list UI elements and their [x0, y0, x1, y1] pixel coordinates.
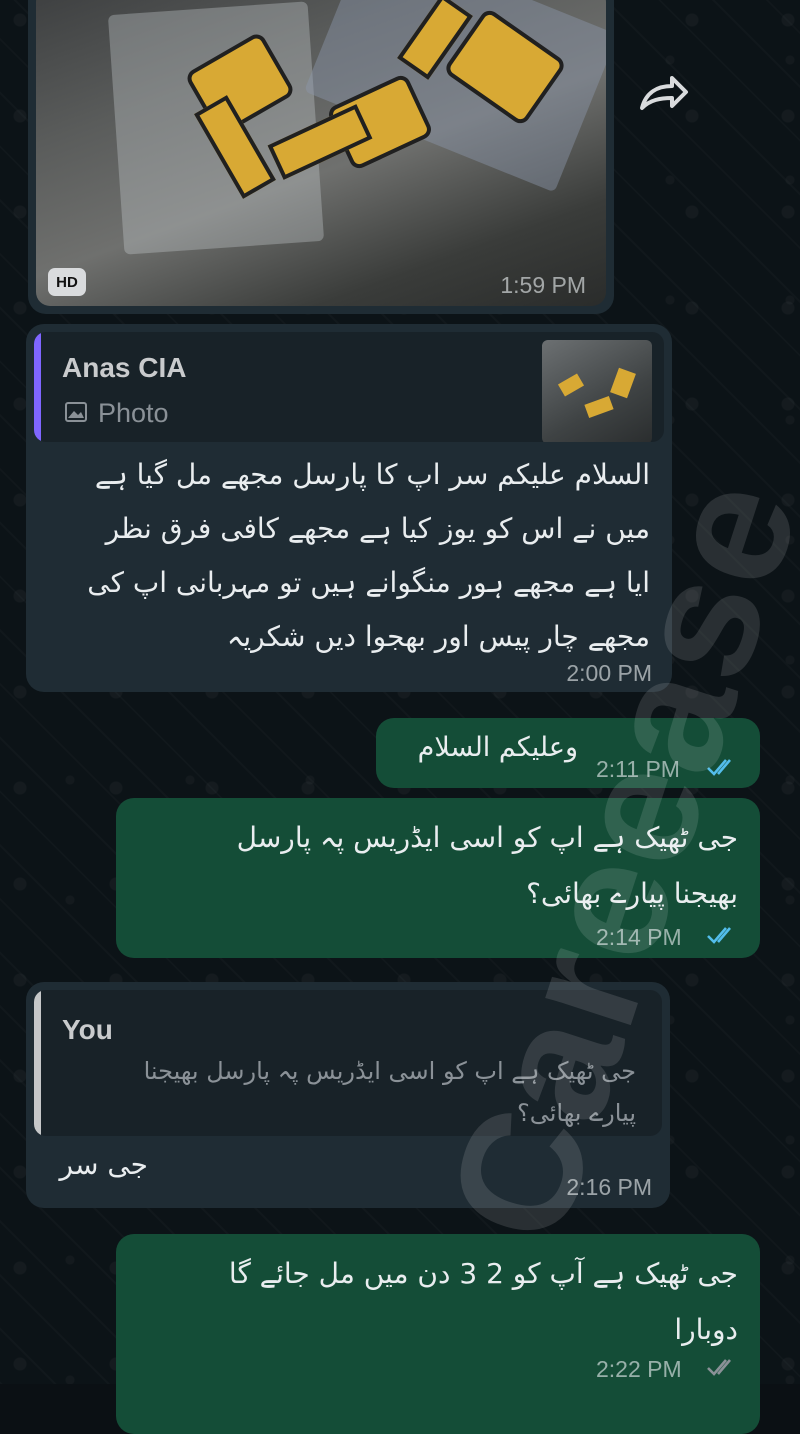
quote-author: You [62, 1014, 113, 1045]
incoming-message-bubble[interactable]: Anas CIA Photo السلام علیکم سر اپ کا پار… [26, 324, 672, 692]
double-check-icon [707, 927, 731, 944]
message-text: السلام علیکم سر اپ کا پارسل مجھے مل گیا … [48, 448, 650, 664]
quote-author: Anas CIA [62, 352, 187, 383]
message-time: 2:14 PM [596, 924, 682, 950]
quote-bar [34, 332, 41, 442]
double-check-icon [707, 759, 731, 776]
outgoing-message-bubble[interactable]: جی ٹھیک ہے اپ کو اسی ایڈریس پہ پارسل بھی… [116, 798, 760, 958]
incoming-message-bubble[interactable]: You جی ٹھیک ہے اپ کو اسی ایڈریس پہ پارسل… [26, 982, 670, 1208]
message-text: جی ٹھیک ہے اپ کو اسی ایڈریس پہ پارسل بھی… [136, 810, 738, 922]
message-time: 2:16 PM [566, 1174, 652, 1200]
message-line: السلام علیکم سر اپ کا پارسل مجھے مل گیا … [94, 458, 650, 491]
message-line: میں نے اس کو یوز کیا ہے مجھے کافی فرق نظ… [105, 512, 650, 545]
double-check-icon [707, 1359, 731, 1376]
forward-icon[interactable] [636, 72, 692, 116]
message-line: بھیجنا پیارے بھائی؟ [526, 877, 738, 910]
message-text: جی سر [59, 1148, 148, 1181]
outgoing-message-bubble[interactable]: وعلیکم السلام 2:11 PM [376, 718, 760, 788]
quote-line: جی ٹھیک ہے اپ کو اسی ایڈریس پہ پارسل بھی… [143, 1057, 636, 1085]
image-message-bubble[interactable]: HD 1:59 PM [28, 0, 614, 314]
message-line: جی ٹھیک ہے آپ کو 2 3 دن میں مل جائے گا [228, 1257, 738, 1290]
message-line: مجھے چار پیس اور بھجوا دیں شکریہ [226, 620, 650, 653]
photo-thumbnail[interactable] [36, 0, 606, 306]
image-icon [64, 401, 88, 427]
message-text: جی ٹھیک ہے آپ کو 2 3 دن میں مل جائے گا د… [136, 1246, 738, 1358]
quote-type: Photo [64, 398, 169, 429]
quote-type-label: Photo [98, 398, 169, 428]
message-time: 2:11 PM [596, 756, 680, 782]
outgoing-message-bubble[interactable]: جی ٹھیک ہے آپ کو 2 3 دن میں مل جائے گا د… [116, 1234, 760, 1434]
message-time: 1:59 PM [500, 272, 586, 298]
message-line: ایا ہے مجھے ہور منگوانے ہیں تو مہربانی ا… [87, 566, 650, 599]
quote-text: جی ٹھیک ہے اپ کو اسی ایڈریس پہ پارسل بھی… [62, 1050, 636, 1134]
message-line: جی ٹھیک ہے اپ کو اسی ایڈریس پہ پارسل [236, 821, 738, 854]
quote-line: پیارے بھائی؟ [517, 1099, 636, 1127]
quote-bar [34, 990, 41, 1136]
message-time: 2:00 PM [566, 660, 652, 686]
message-line: دوبارا [674, 1313, 738, 1346]
quote-thumbnail [542, 340, 652, 442]
message-text: وعلیکم السلام [417, 732, 578, 763]
quoted-message[interactable]: You جی ٹھیک ہے اپ کو اسی ایڈریس پہ پارسل… [34, 990, 662, 1136]
quoted-message[interactable]: Anas CIA Photo [34, 332, 664, 442]
hd-badge: HD [48, 268, 86, 296]
message-time: 2:22 PM [596, 1356, 682, 1382]
